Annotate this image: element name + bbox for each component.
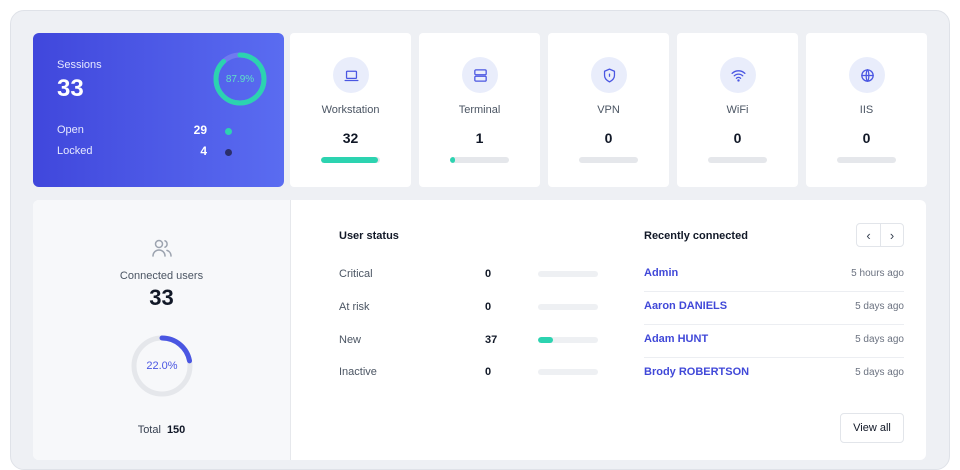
sessions-percent: 87.9% xyxy=(225,73,255,85)
prev-page-button[interactable]: ‹ xyxy=(857,224,880,246)
recent-user-row[interactable]: Admin 5 hours ago xyxy=(644,259,904,292)
recent-user-name[interactable]: Brody ROBERTSON xyxy=(644,366,749,378)
type-value: 1 xyxy=(475,130,484,146)
view-all-button[interactable]: View all xyxy=(840,413,904,443)
type-progress-bar xyxy=(321,157,380,163)
type-value: 0 xyxy=(862,130,871,146)
status-value: 37 xyxy=(485,334,498,346)
recent-user-name[interactable]: Adam HUNT xyxy=(644,333,708,345)
total-users: Total 150 xyxy=(33,424,290,436)
sessions-card[interactable]: Sessions 33 87.9% Open 29 Locked 4 xyxy=(33,33,284,187)
laptop-icon xyxy=(333,57,369,93)
type-card-vpn[interactable]: VPN 0 xyxy=(548,33,669,187)
status-row-inactive[interactable]: Inactive 0 xyxy=(339,365,604,381)
recent-user-name[interactable]: Admin xyxy=(644,267,678,279)
locked-dot xyxy=(225,149,232,156)
type-progress-bar xyxy=(579,157,638,163)
connected-users-pane: Connected users 33 22.0% Total 150 xyxy=(33,200,291,460)
type-card-terminal[interactable]: Terminal 1 xyxy=(419,33,540,187)
status-bar xyxy=(538,337,598,343)
shield-icon xyxy=(591,57,627,93)
recent-user-row[interactable]: Adam HUNT 5 days ago xyxy=(644,325,904,358)
users-icon xyxy=(152,239,172,257)
type-value: 0 xyxy=(733,130,742,146)
globe-icon xyxy=(849,57,885,93)
recent-user-time: 5 days ago xyxy=(855,301,904,312)
type-card-workstation[interactable]: Workstation 32 xyxy=(290,33,411,187)
recent-user-row[interactable]: Aaron DANIELS 5 days ago xyxy=(644,292,904,325)
status-label: Inactive xyxy=(339,366,377,378)
type-name: Terminal xyxy=(458,104,501,116)
status-row-at-risk[interactable]: At risk 0 xyxy=(339,300,604,316)
connected-users-count: 33 xyxy=(149,285,174,310)
status-bar xyxy=(538,271,598,277)
recent-user-name[interactable]: Aaron DANIELS xyxy=(644,300,727,312)
sessions-locked-row: Locked 4 xyxy=(57,144,237,160)
status-label: At risk xyxy=(339,301,370,313)
server-icon xyxy=(462,57,498,93)
wifi-icon xyxy=(720,57,756,93)
type-progress-bar xyxy=(450,157,509,163)
type-name: WiFi xyxy=(726,104,749,116)
sessions-count: 33 xyxy=(57,75,84,102)
recent-user-time: 5 hours ago xyxy=(851,268,904,279)
type-card-wifi[interactable]: WiFi 0 xyxy=(677,33,798,187)
status-bar xyxy=(538,304,598,310)
type-value: 0 xyxy=(604,130,613,146)
sessions-open-value: 29 xyxy=(193,123,207,137)
users-panel: Connected users 33 22.0% Total 150 User s… xyxy=(33,200,926,460)
sessions-title: Sessions xyxy=(57,59,102,71)
status-row-critical[interactable]: Critical 0 xyxy=(339,267,604,283)
user-status-title: User status xyxy=(339,230,399,242)
status-value: 0 xyxy=(485,366,492,378)
status-value: 0 xyxy=(485,268,492,280)
sessions-locked-value: 4 xyxy=(200,144,207,158)
type-progress-bar xyxy=(708,157,767,163)
connected-users-label: Connected users xyxy=(119,270,204,282)
status-row-new[interactable]: New 37 xyxy=(339,333,604,349)
total-value: 150 xyxy=(166,424,186,436)
total-label: Total xyxy=(137,424,161,436)
recent-pagination: ‹ › xyxy=(856,223,904,247)
type-name: IIS xyxy=(859,104,874,116)
type-name: VPN xyxy=(597,104,620,116)
sessions-locked-label: Locked xyxy=(57,145,93,157)
sessions-open-label: Open xyxy=(57,124,84,136)
status-value: 0 xyxy=(485,301,492,313)
type-value: 32 xyxy=(342,130,359,146)
recent-user-row[interactable]: Brody ROBERTSON 5 days ago xyxy=(644,358,904,391)
status-label: Critical xyxy=(339,268,373,280)
open-dot xyxy=(225,128,232,135)
recent-user-time: 5 days ago xyxy=(855,334,904,345)
recently-connected-title: Recently connected xyxy=(644,230,748,242)
status-bar xyxy=(538,369,598,375)
type-progress-bar xyxy=(837,157,896,163)
sessions-open-row: Open 29 xyxy=(57,123,237,139)
next-page-button[interactable]: › xyxy=(879,224,903,246)
status-label: New xyxy=(339,334,362,346)
recent-user-time: 5 days ago xyxy=(855,367,904,378)
type-card-iis[interactable]: IIS 0 xyxy=(806,33,927,187)
type-name: Workstation xyxy=(321,104,380,116)
connected-users-percent: 22.0% xyxy=(146,360,178,372)
